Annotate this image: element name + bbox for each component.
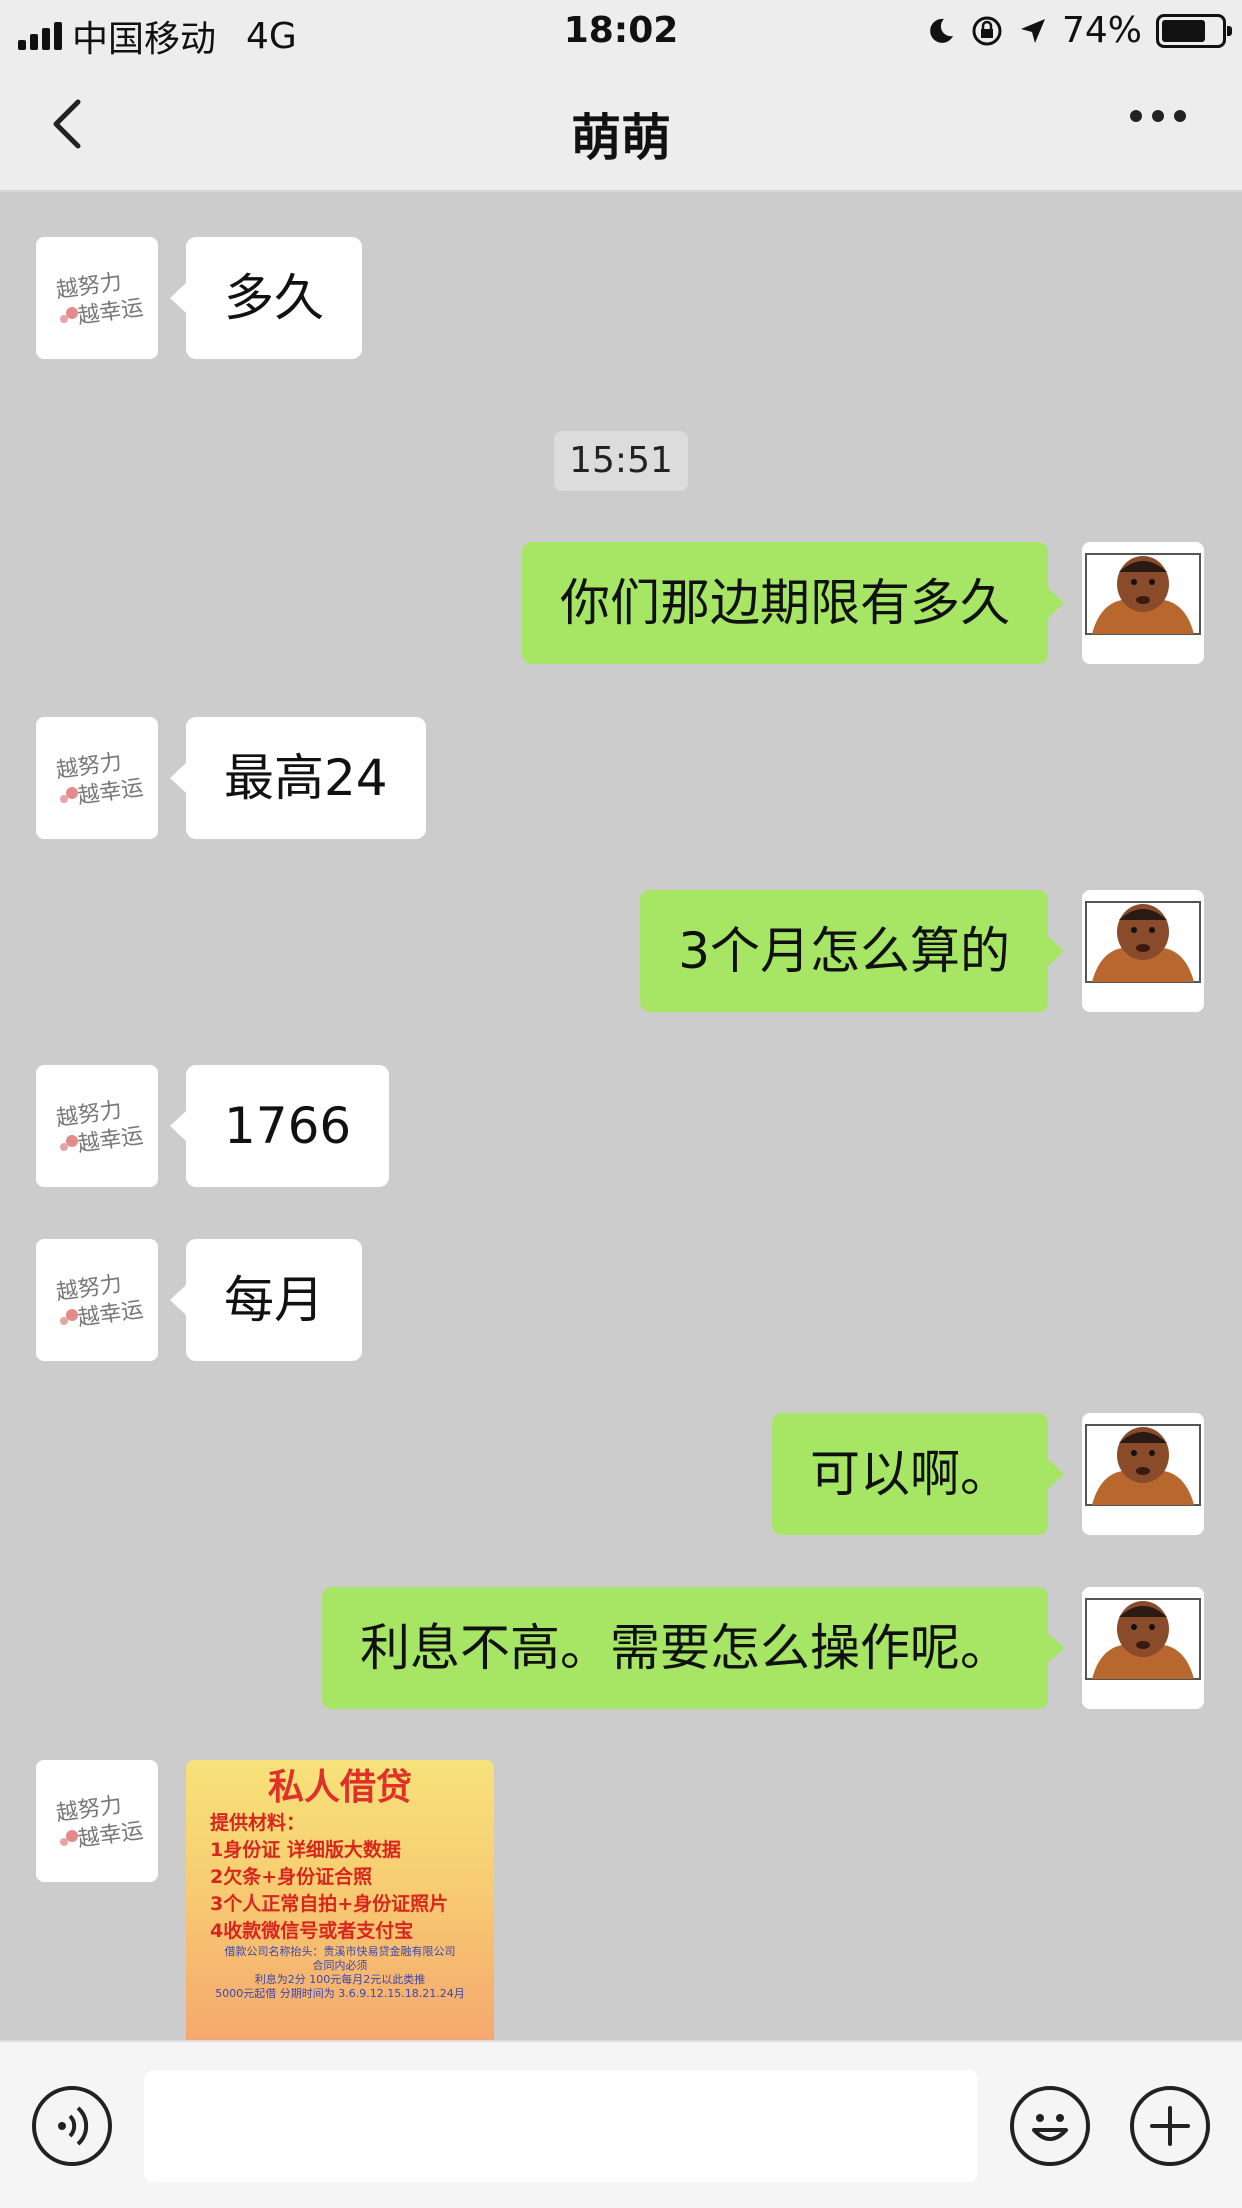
status-bar: 中国移动 4G 18:02 74% (0, 0, 1242, 64)
moon-icon (930, 18, 953, 43)
more-dot-icon (1130, 110, 1142, 122)
svg-text:越幸运: 越幸运 (76, 1297, 145, 1331)
input-bar (0, 2040, 1242, 2208)
image-small-text: 5000元起借 分期时间为 3.6.9.12.15.18.21.24月 (215, 1987, 465, 2000)
user-avatar[interactable] (1082, 1413, 1204, 1535)
emoji-icon (1032, 2114, 1068, 2141)
more-dot-icon (1152, 110, 1164, 122)
chat-title: 萌萌 (571, 109, 671, 167)
svg-text:越幸运: 越幸运 (76, 1123, 145, 1157)
plus-icon (1150, 2106, 1190, 2146)
message-bubble-outgoing[interactable]: 利息不高。需要怎么操作呢。 (322, 1587, 1064, 1709)
image-line: 2欠条+身份证合照 (210, 1866, 373, 1888)
image-line: 1身份证 详细版大数据 (210, 1839, 401, 1861)
add-button[interactable] (1130, 2086, 1210, 2166)
location-icon (1020, 18, 1045, 43)
user-avatar[interactable] (1082, 542, 1204, 664)
svg-text:越幸运: 越幸运 (76, 775, 145, 809)
voice-button[interactable] (32, 2086, 112, 2166)
image-message[interactable]: 私人借贷 提供材料： 1身份证 详细版大数据 2欠条+身份证合照 3个人正常自拍… (186, 1760, 494, 2040)
image-title: 私人借贷 (267, 1767, 412, 1808)
svg-text:越幸运: 越幸运 (76, 295, 145, 329)
contact-avatar[interactable]: 越努力 越幸运 (36, 1239, 158, 1361)
battery-percent: 74% (1061, 10, 1142, 51)
image-small-text: 借款公司名称抬头：贵溪市快易贷金融有限公司 (224, 1945, 456, 1958)
message-input[interactable] (144, 2070, 978, 2182)
more-options-button[interactable] (1130, 110, 1186, 122)
svg-text:越幸运: 越幸运 (76, 1818, 145, 1852)
nav-bar: 萌萌 (0, 64, 1242, 192)
contact-avatar[interactable]: 越努力 越幸运 (36, 1760, 158, 1882)
message-bubble-incoming[interactable]: 1766 (169, 1065, 390, 1187)
contact-avatar[interactable]: 越努力 越幸运 (36, 1065, 158, 1187)
rotation-lock-icon (972, 16, 1002, 45)
contact-avatar[interactable]: 越努力 越幸运 (36, 717, 158, 839)
message-bubble-outgoing[interactable]: 你们那边期限有多久 (522, 542, 1064, 664)
contact-avatar[interactable]: 越努力 越幸运 (36, 237, 158, 359)
message-bubble-outgoing[interactable]: 3个月怎么算的 (640, 890, 1064, 1012)
message-bubble-incoming[interactable]: 多久 (170, 237, 362, 359)
image-line: 3个人正常自拍+身份证照片 (210, 1893, 449, 1915)
message-bubble-incoming[interactable]: 最高24 (170, 717, 426, 839)
image-line: 提供材料： (210, 1812, 306, 1834)
more-dot-icon (1174, 110, 1186, 122)
message-bubble-incoming[interactable]: 每月 (170, 1239, 362, 1361)
image-line: 4收款微信号或者支付宝 (210, 1920, 414, 1942)
message-timestamp: 15:51 (554, 431, 688, 491)
image-small-text: 合同内必须 (312, 1959, 368, 1972)
emoji-button[interactable] (1010, 2086, 1090, 2166)
voice-icon (58, 2106, 89, 2146)
user-avatar[interactable] (1082, 1587, 1204, 1709)
image-small-text: 利息为2分 100元每月2元以此类推 (254, 1973, 426, 1986)
message-bubble-outgoing[interactable]: 可以啊。 (772, 1413, 1064, 1535)
battery-icon (1156, 13, 1232, 48)
user-avatar[interactable] (1082, 890, 1204, 1012)
